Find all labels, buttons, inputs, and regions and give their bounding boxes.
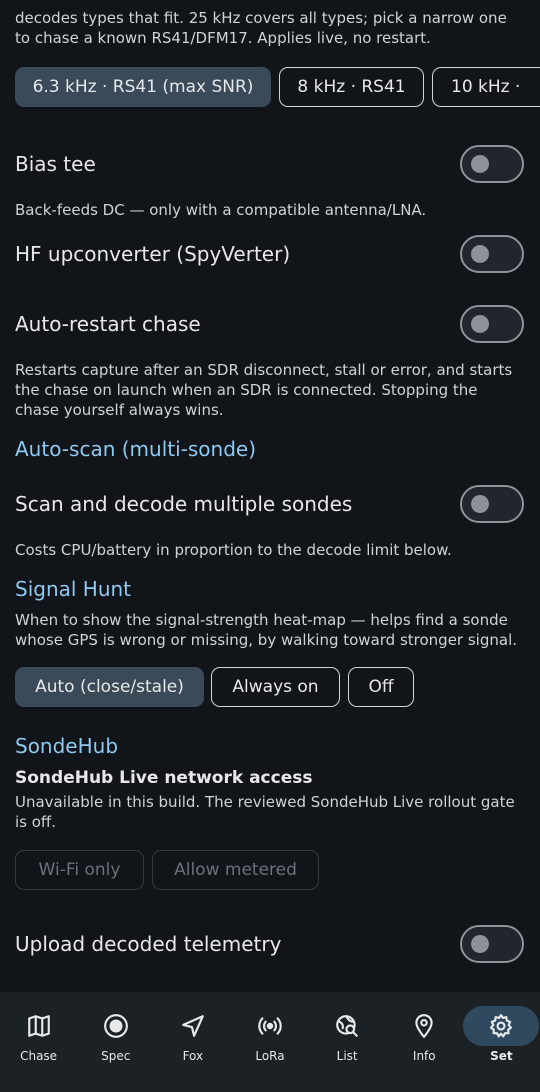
navigation-arrow-icon bbox=[182, 1015, 204, 1037]
nav-label: Chase bbox=[20, 1049, 58, 1063]
autoscan-section-title: Auto-scan (multi-sonde) bbox=[15, 437, 256, 461]
auto-restart-description: Restarts capture after an SDR disconnect… bbox=[15, 361, 513, 419]
nav-item-chase[interactable]: Chase bbox=[0, 992, 77, 1092]
toggle-knob bbox=[471, 155, 489, 173]
hf-upconverter-label: HF upconverter (SpyVerter) bbox=[15, 242, 291, 266]
chip-signal-hunt-auto[interactable]: Auto (close/stale) bbox=[15, 667, 204, 707]
globe-search-icon bbox=[336, 1015, 358, 1037]
nav-label: Set bbox=[490, 1049, 513, 1063]
toggle-knob bbox=[471, 315, 489, 333]
nav-item-spec[interactable]: Spec bbox=[77, 992, 154, 1092]
chip-wifi-only: Wi-Fi only bbox=[15, 850, 144, 890]
toggle-knob bbox=[471, 495, 489, 513]
autoscan-description: Costs CPU/battery in proportion to the d… bbox=[15, 541, 452, 559]
radio-button-icon bbox=[103, 1014, 128, 1038]
auto-restart-label: Auto-restart chase bbox=[15, 312, 201, 336]
nav-label: LoRa bbox=[255, 1049, 285, 1063]
auto-restart-toggle[interactable] bbox=[460, 305, 524, 343]
toggle-knob bbox=[471, 935, 489, 953]
autoscan-toggle-label: Scan and decode multiple sondes bbox=[15, 492, 353, 516]
bias-tee-label: Bias tee bbox=[15, 152, 96, 176]
broadcast-icon bbox=[258, 1017, 282, 1035]
chip-bandwidth-6k3[interactable]: 6.3 kHz · RS41 (max SNR) bbox=[15, 67, 271, 107]
nav-label: Spec bbox=[101, 1049, 131, 1063]
bias-tee-toggle[interactable] bbox=[460, 145, 524, 183]
chip-signal-hunt-off[interactable]: Off bbox=[348, 667, 414, 707]
nav-label: Fox bbox=[182, 1049, 204, 1063]
location-pin-icon bbox=[415, 1014, 433, 1038]
bottom-navigation: Chase Spec Fox LoRa List Info Set bbox=[0, 992, 540, 1092]
chip-allow-metered: Allow metered bbox=[152, 850, 319, 890]
chip-bandwidth-10k[interactable]: 10 kHz · bbox=[432, 67, 540, 107]
chip-signal-hunt-always-on[interactable]: Always on bbox=[211, 667, 340, 707]
nav-item-set[interactable]: Set bbox=[463, 992, 540, 1092]
nav-label: Info bbox=[412, 1049, 436, 1063]
toggle-knob bbox=[471, 245, 489, 263]
nav-item-list[interactable]: List bbox=[309, 992, 386, 1092]
gear-icon bbox=[490, 1014, 513, 1038]
chip-bandwidth-8k[interactable]: 8 kHz · RS41 bbox=[279, 67, 424, 107]
signal-hunt-description: When to show the signal-strength heat-ma… bbox=[15, 611, 518, 649]
sondehub-access-description: Unavailable in this build. The reviewed … bbox=[15, 793, 515, 831]
autoscan-toggle[interactable] bbox=[460, 485, 524, 523]
settings-scroll[interactable]: decodes types that fit. 25 kHz covers al… bbox=[0, 0, 540, 992]
bandwidth-description: decodes types that fit. 25 kHz covers al… bbox=[15, 9, 507, 47]
sondehub-section-title: SondeHub bbox=[15, 734, 119, 758]
upload-telemetry-label: Upload decoded telemetry bbox=[15, 932, 282, 956]
map-icon bbox=[27, 1015, 50, 1037]
upload-telemetry-toggle[interactable] bbox=[460, 925, 524, 963]
sondehub-access-label: SondeHub Live network access bbox=[15, 768, 313, 788]
nav-item-lora[interactable]: LoRa bbox=[231, 992, 308, 1092]
hf-upconverter-toggle[interactable] bbox=[460, 235, 524, 273]
signal-hunt-section-title: Signal Hunt bbox=[15, 577, 132, 601]
nav-item-info[interactable]: Info bbox=[386, 992, 463, 1092]
bias-tee-description: Back-feeds DC — only with a compatible a… bbox=[15, 201, 427, 219]
nav-item-fox[interactable]: Fox bbox=[154, 992, 231, 1092]
nav-label: List bbox=[336, 1049, 358, 1063]
